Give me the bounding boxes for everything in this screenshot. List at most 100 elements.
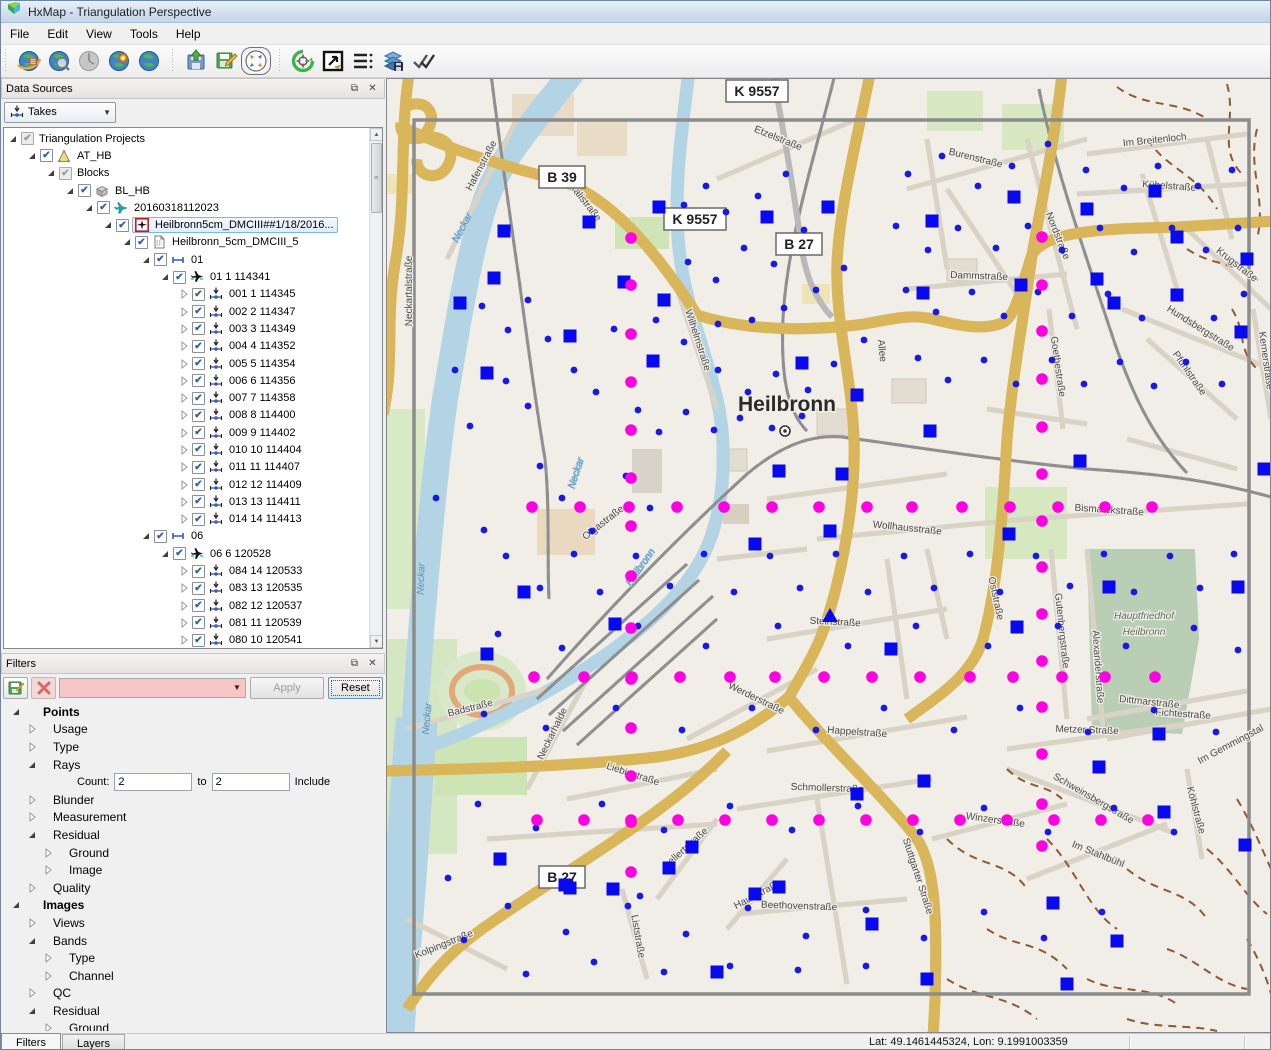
tie-point[interactable] xyxy=(1195,183,1202,190)
tree-checkbox[interactable]: ✔ xyxy=(78,184,91,197)
tie-point[interactable] xyxy=(939,153,946,160)
save-filter-button[interactable] xyxy=(3,677,28,699)
collapse-icon[interactable] xyxy=(65,186,75,196)
takes-mode-dropdown[interactable]: Takes ▼ xyxy=(4,102,116,123)
tree-checkbox[interactable]: ✔ xyxy=(135,236,148,249)
tie-point[interactable] xyxy=(1131,249,1138,256)
tie-point[interactable] xyxy=(881,705,888,712)
tie-point[interactable] xyxy=(503,378,510,385)
tie-point[interactable] xyxy=(1045,141,1052,148)
tree-checkbox[interactable]: ✔ xyxy=(192,340,205,353)
tie-point[interactable] xyxy=(915,355,922,362)
tie-point[interactable] xyxy=(559,495,566,502)
tie-point[interactable] xyxy=(703,643,710,650)
photo-center-point[interactable] xyxy=(907,814,919,826)
tree-checkbox[interactable]: ✔ xyxy=(192,565,205,578)
globe-search-button[interactable] xyxy=(44,47,74,75)
tie-point[interactable] xyxy=(681,202,688,209)
expand-icon[interactable] xyxy=(179,410,189,420)
tie-point[interactable] xyxy=(1017,705,1024,712)
filter-tree-item[interactable]: Type xyxy=(3,738,383,756)
tree-item[interactable]: ✔008 8 114400 xyxy=(4,407,369,424)
tie-point[interactable] xyxy=(1009,163,1016,170)
center-target-button[interactable] xyxy=(288,47,318,75)
control-point[interactable] xyxy=(851,788,864,801)
tie-point[interactable] xyxy=(723,209,730,216)
tie-point[interactable] xyxy=(1213,729,1220,736)
photo-center-point[interactable] xyxy=(625,279,637,291)
tie-point[interactable] xyxy=(767,553,774,560)
tie-point[interactable] xyxy=(855,803,862,810)
globe-web-button[interactable] xyxy=(14,47,44,75)
photo-center-point[interactable] xyxy=(574,501,586,513)
control-point[interactable] xyxy=(1258,463,1271,476)
tie-point[interactable] xyxy=(559,645,566,652)
photo-center-point[interactable] xyxy=(818,671,830,683)
collapse-icon[interactable] xyxy=(160,272,170,282)
tree-item[interactable]: ✔20160318112023 xyxy=(4,199,369,216)
tree-item[interactable]: ✔06 6 120528 xyxy=(4,545,369,562)
photo-center-point[interactable] xyxy=(626,671,638,683)
close-panel-icon[interactable]: ✕ xyxy=(365,82,380,95)
tie-point[interactable] xyxy=(1229,167,1236,174)
float-panel-icon[interactable]: ⧉ xyxy=(347,657,362,670)
tie-point[interactable] xyxy=(1131,589,1138,596)
expand-icon[interactable] xyxy=(43,953,53,963)
tie-point[interactable] xyxy=(865,589,872,596)
tie-point[interactable] xyxy=(841,265,848,272)
control-point[interactable] xyxy=(917,287,930,300)
photo-center-point[interactable] xyxy=(1099,501,1111,513)
collapse-icon[interactable] xyxy=(103,220,113,230)
tree-item[interactable]: ✔Triangulation Projects xyxy=(4,130,369,147)
collapse-icon[interactable] xyxy=(46,168,56,178)
expand-icon[interactable] xyxy=(27,918,37,928)
tie-point[interactable] xyxy=(681,339,688,346)
tie-point[interactable] xyxy=(727,963,734,970)
tree-checkbox[interactable]: ✔ xyxy=(192,305,205,318)
control-point[interactable] xyxy=(1061,978,1074,991)
filter-select[interactable]: ▼ xyxy=(59,678,246,698)
tie-point[interactable] xyxy=(1191,625,1198,632)
photo-center-point[interactable] xyxy=(766,501,778,513)
tie-point[interactable] xyxy=(593,389,600,396)
tie-point[interactable] xyxy=(1183,359,1190,366)
photo-center-point[interactable] xyxy=(813,814,825,826)
control-point[interactable] xyxy=(1111,935,1124,948)
tie-point[interactable] xyxy=(505,327,512,334)
photo-center-point[interactable] xyxy=(674,671,686,683)
tie-point[interactable] xyxy=(1083,167,1090,174)
control-point[interactable] xyxy=(1171,289,1184,302)
photo-center-point[interactable] xyxy=(1036,325,1048,337)
expand-icon[interactable] xyxy=(179,566,189,576)
tree-checkbox[interactable]: ✔ xyxy=(173,271,186,284)
tie-point[interactable] xyxy=(467,423,474,430)
expand-icon[interactable] xyxy=(179,618,189,628)
tie-point[interactable] xyxy=(715,367,722,374)
photo-center-point[interactable] xyxy=(1007,671,1019,683)
expand-icon[interactable] xyxy=(27,812,37,822)
tie-point[interactable] xyxy=(795,967,802,974)
expand-icon[interactable] xyxy=(27,724,37,734)
photo-center-point[interactable] xyxy=(671,501,683,513)
tree-checkbox[interactable]: ✔ xyxy=(154,253,167,266)
tie-point[interactable] xyxy=(737,415,744,422)
tie-point[interactable] xyxy=(1235,647,1242,654)
tie-point[interactable] xyxy=(863,963,870,970)
control-point[interactable] xyxy=(749,538,762,551)
tie-point[interactable] xyxy=(803,933,810,940)
filter-tree-item[interactable]: Blunder xyxy=(3,791,383,809)
tie-point[interactable] xyxy=(1033,553,1040,560)
tie-point[interactable] xyxy=(1105,291,1112,298)
control-point[interactable] xyxy=(1003,528,1016,541)
photo-center-point[interactable] xyxy=(1048,814,1060,826)
photo-center-point[interactable] xyxy=(578,814,590,826)
tie-point[interactable] xyxy=(925,247,932,254)
control-point[interactable] xyxy=(1091,273,1104,286)
control-point[interactable] xyxy=(518,586,531,599)
tie-point[interactable] xyxy=(1117,359,1124,366)
tie-point[interactable] xyxy=(537,585,544,592)
collapse-icon[interactable] xyxy=(122,237,132,247)
filter-tree-item[interactable]: Points xyxy=(3,703,383,721)
photo-center-point[interactable] xyxy=(718,501,730,513)
control-point[interactable] xyxy=(1015,279,1028,292)
